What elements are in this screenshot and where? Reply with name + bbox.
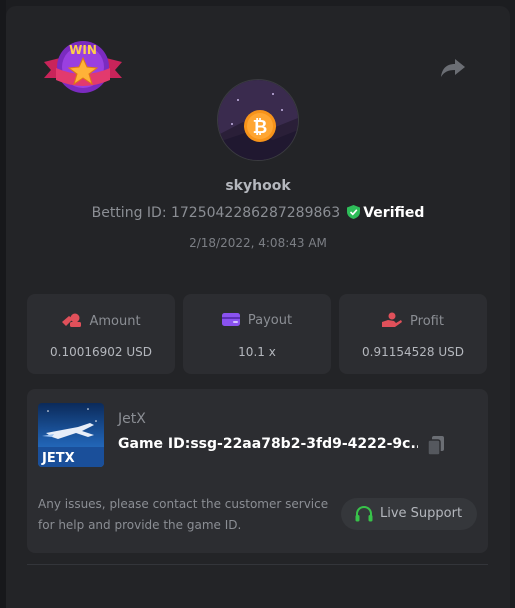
payout-card: Payout 10.1 x	[183, 294, 331, 374]
game-card: JETX JetX Game ID:ssg-22aa78b2-3fd9-4222…	[27, 389, 488, 553]
payout-value: 10.1 x	[238, 345, 276, 359]
coins-icon	[62, 313, 82, 327]
game-name: JetX	[118, 411, 146, 427]
wallet-icon	[221, 313, 240, 326]
verified-shield-icon	[347, 205, 361, 219]
amount-label: Amount	[89, 314, 141, 329]
betting-id-line: Betting ID: 1725042286287289863 Verified	[6, 205, 510, 221]
game-thumbnail[interactable]: JETX	[38, 403, 104, 467]
copy-icon[interactable]	[427, 436, 445, 456]
profit-label: Profit	[410, 314, 444, 329]
share-icon[interactable]	[440, 56, 466, 80]
payout-label: Payout	[247, 313, 293, 328]
support-note: Any issues, please contact the customer …	[38, 497, 329, 532]
betting-id: Betting ID: 1725042286287289863	[91, 205, 341, 221]
jetx-thumbnail-icon: JETX	[38, 403, 104, 467]
win-badge-icon: WIN	[44, 41, 122, 93]
win-text: WIN	[69, 43, 97, 57]
avatar: ₿	[217, 79, 299, 161]
bitcoin-avatar-icon: ₿	[218, 80, 298, 160]
username: skyhook	[225, 178, 291, 194]
headset-icon	[355, 506, 373, 522]
jetx-thumb-text: JETX	[41, 451, 75, 466]
svg-text:₿: ₿	[253, 117, 268, 138]
bet-details-modal: WIN ₿ skyhook Betting ID: 17250422862872…	[6, 6, 510, 608]
live-support-button[interactable]: Live Support	[341, 498, 477, 530]
live-support-label: Live Support	[380, 506, 463, 521]
verified-label: Verified	[363, 205, 425, 221]
amount-card: Amount 0.10016902 USD	[27, 294, 175, 374]
profit-hand-icon	[382, 312, 403, 327]
game-id: Game ID:ssg-22aa78b2-3fd9-4222-9c...	[118, 436, 418, 452]
profit-value: 0.91154528 USD	[362, 345, 464, 359]
profit-card: Profit 0.91154528 USD	[339, 294, 487, 374]
amount-value: 0.10016902 USD	[50, 345, 152, 359]
divider	[27, 564, 488, 565]
bet-timestamp: 2/18/2022, 4:08:43 AM	[189, 236, 327, 250]
